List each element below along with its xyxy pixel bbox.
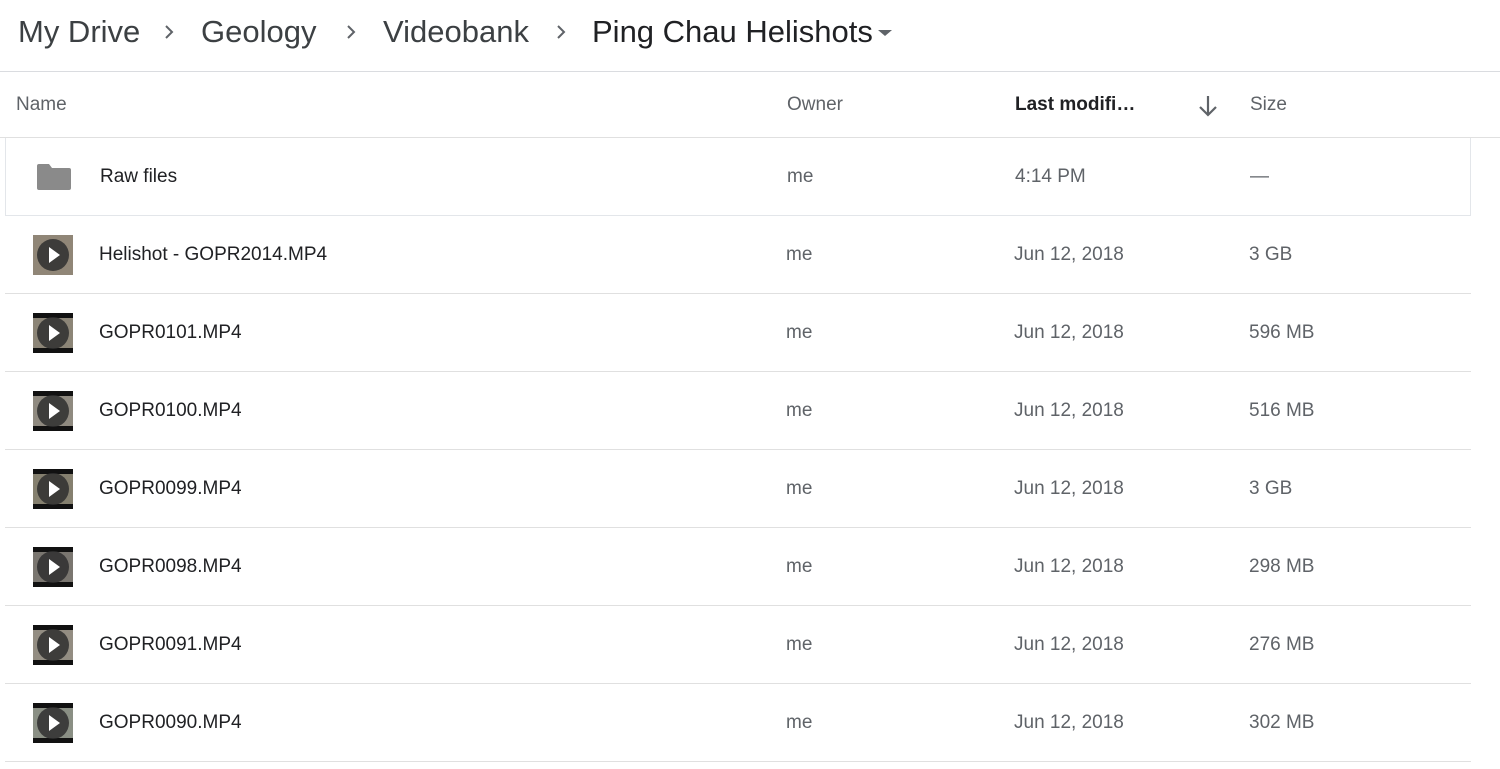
file-modified: Jun 12, 2018 <box>1014 244 1124 265</box>
file-owner: me <box>786 712 813 733</box>
file-owner: me <box>786 322 813 343</box>
file-modified: Jun 12, 2018 <box>1014 556 1124 577</box>
list-item[interactable]: GOPR0100.MP4 me Jun 12, 2018 516 MB <box>5 372 1471 450</box>
file-name: GOPR0091.MP4 <box>99 634 242 655</box>
file-size: 276 MB <box>1249 634 1315 655</box>
file-size: 3 GB <box>1249 244 1293 265</box>
file-name: Helishot - GOPR2014.MP4 <box>99 244 328 265</box>
file-name: Raw files <box>100 166 178 187</box>
file-modified: Jun 12, 2018 <box>1014 634 1124 655</box>
column-size[interactable]: Size <box>1250 93 1287 117</box>
file-size: — <box>1250 166 1269 187</box>
file-modified: Jun 12, 2018 <box>1014 400 1124 421</box>
chevron-right-icon <box>557 25 566 39</box>
breadcrumb-my-drive[interactable]: My Drive <box>18 12 140 52</box>
list-item[interactable]: GOPR0091.MP4 me Jun 12, 2018 276 MB <box>5 606 1471 684</box>
column-owner[interactable]: Owner <box>787 93 843 117</box>
file-modified: Jun 12, 2018 <box>1014 712 1124 733</box>
file-size: 516 MB <box>1249 400 1315 421</box>
chevron-right-icon <box>165 25 174 39</box>
file-owner: me <box>787 166 814 187</box>
file-modified: Jun 12, 2018 <box>1014 322 1124 343</box>
list-item[interactable]: GOPR0098.MP4 me Jun 12, 2018 298 MB <box>5 528 1471 606</box>
file-owner: me <box>786 244 813 265</box>
file-owner: me <box>786 400 813 421</box>
arrow-down-icon[interactable] <box>1196 92 1220 120</box>
column-last-modified[interactable]: Last modifi… <box>1015 93 1135 117</box>
folder-icon <box>37 164 71 190</box>
caret-down-icon[interactable] <box>873 20 897 44</box>
file-owner: me <box>786 556 813 577</box>
list-item[interactable]: Raw files me 4:14 PM — <box>5 138 1471 216</box>
column-name[interactable]: Name <box>16 93 67 117</box>
breadcrumb-videobank[interactable]: Videobank <box>383 12 529 52</box>
video-thumbnail-icon <box>33 547 73 587</box>
file-modified: Jun 12, 2018 <box>1014 478 1124 499</box>
file-name: GOPR0100.MP4 <box>99 400 242 421</box>
breadcrumb-current-folder[interactable]: Ping Chau Helishots <box>592 12 873 52</box>
file-owner: me <box>786 634 813 655</box>
file-name: GOPR0090.MP4 <box>99 712 242 733</box>
file-name: GOPR0099.MP4 <box>99 478 242 499</box>
breadcrumb-geology[interactable]: Geology <box>201 12 316 52</box>
column-header: Name Owner Last modifi… Size <box>0 72 1500 138</box>
video-thumbnail-icon <box>33 703 73 743</box>
file-size: 302 MB <box>1249 712 1315 733</box>
list-item[interactable]: GOPR0101.MP4 me Jun 12, 2018 596 MB <box>5 294 1471 372</box>
file-size: 3 GB <box>1249 478 1293 499</box>
file-size: 298 MB <box>1249 556 1315 577</box>
file-modified: 4:14 PM <box>1015 166 1086 187</box>
list-item[interactable]: GOPR0099.MP4 me Jun 12, 2018 3 GB <box>5 450 1471 528</box>
video-thumbnail-icon <box>33 235 73 275</box>
file-size: 596 MB <box>1249 322 1315 343</box>
video-thumbnail-icon <box>33 313 73 353</box>
file-name: GOPR0098.MP4 <box>99 556 242 577</box>
video-thumbnail-icon <box>33 469 73 509</box>
list-item[interactable]: Helishot - GOPR2014.MP4 me Jun 12, 2018 … <box>5 216 1471 294</box>
list-item[interactable]: GOPR0090.MP4 me Jun 12, 2018 302 MB <box>5 684 1471 762</box>
chevron-right-icon <box>347 25 356 39</box>
file-owner: me <box>786 478 813 499</box>
video-thumbnail-icon <box>33 625 73 665</box>
file-name: GOPR0101.MP4 <box>99 322 242 343</box>
video-thumbnail-icon <box>33 391 73 431</box>
breadcrumb: My Drive Geology Videobank Ping Chau Hel… <box>0 0 1500 72</box>
